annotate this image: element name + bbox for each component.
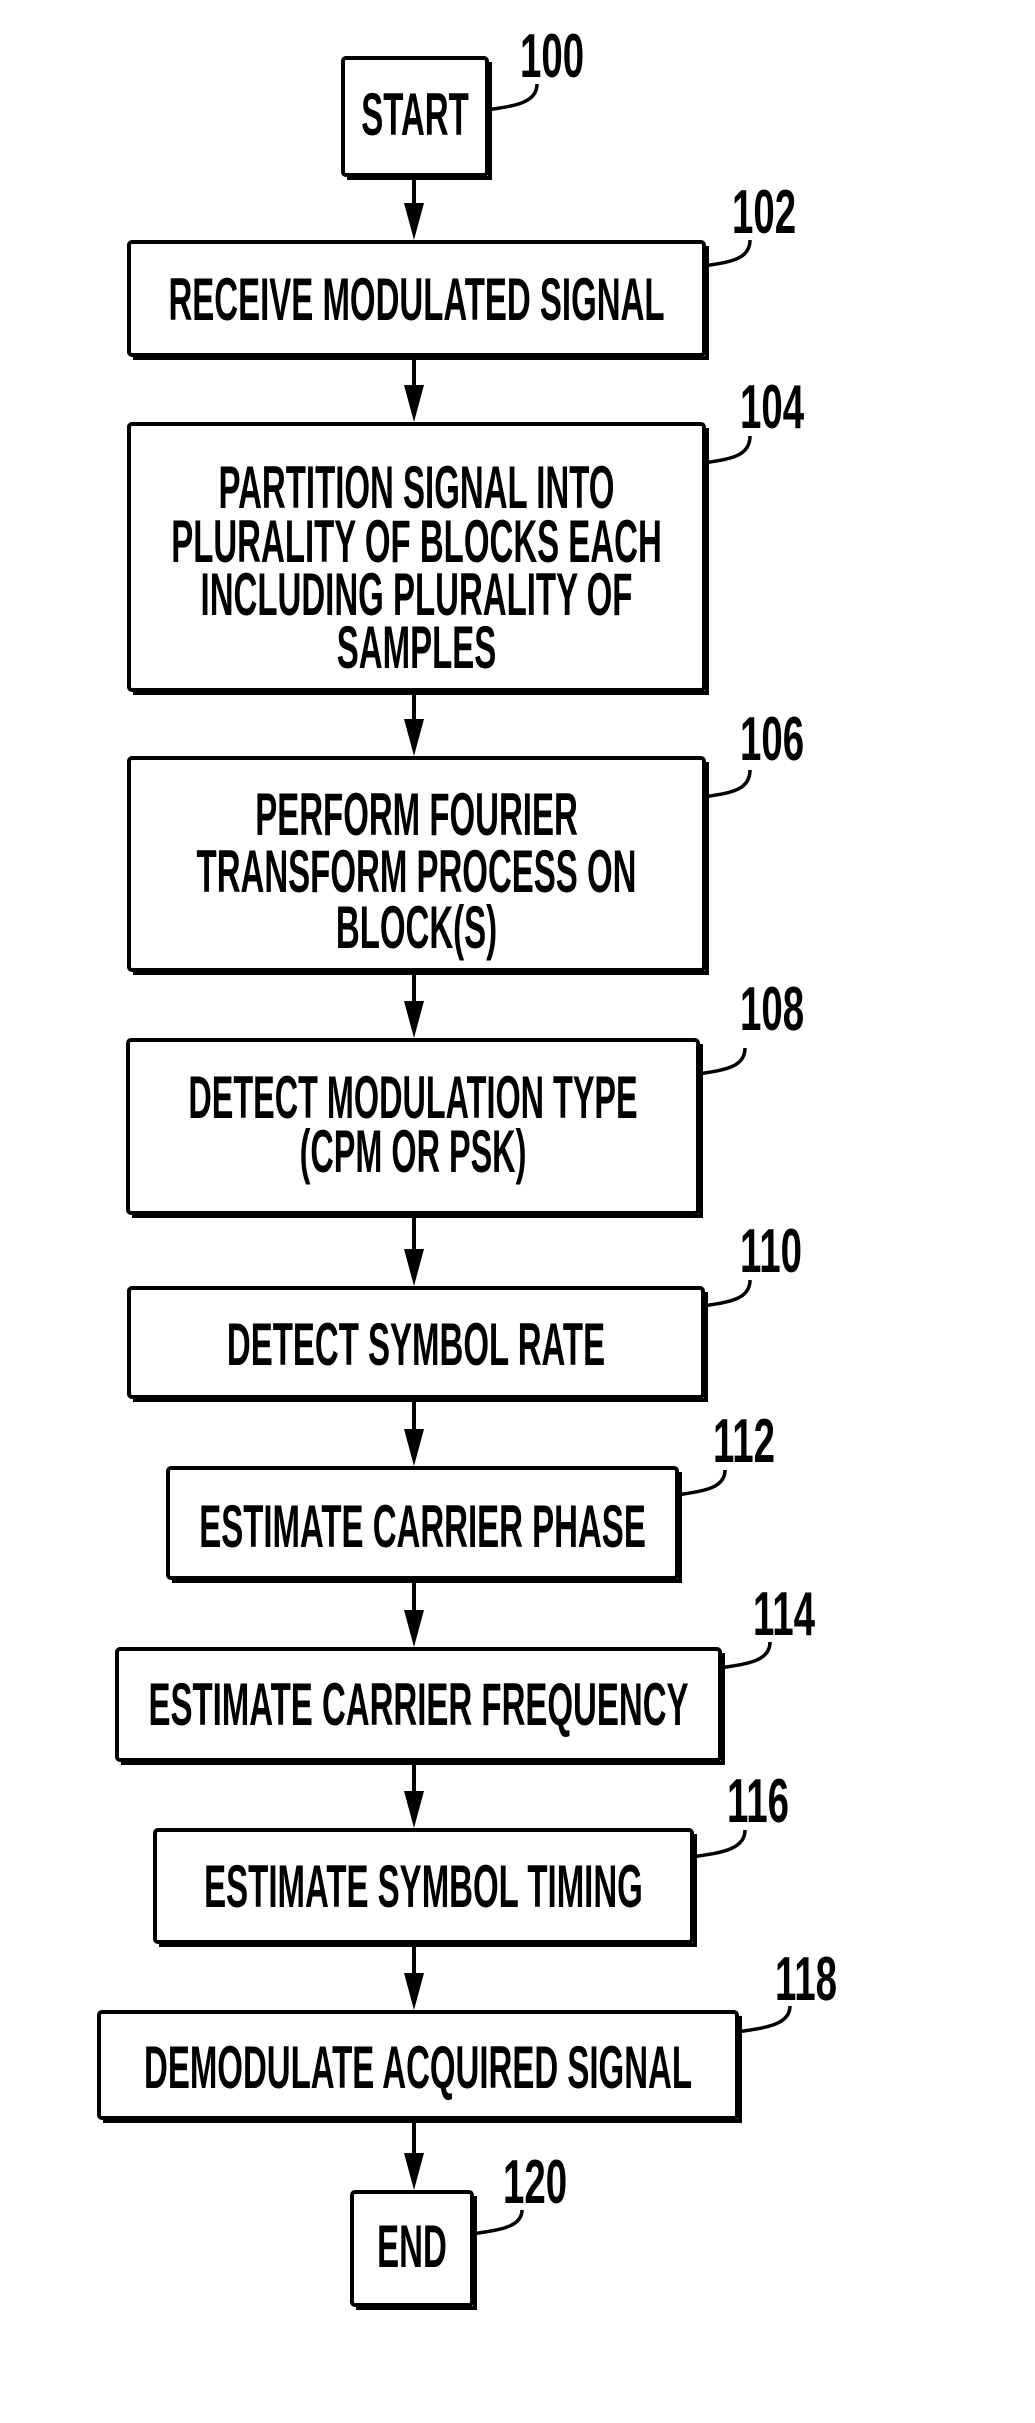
- reference-numeral: 102: [732, 177, 796, 247]
- arrowhead-icon: [404, 385, 424, 422]
- reference-numeral: 100: [520, 21, 584, 91]
- arrow-108-to-110: [404, 1217, 424, 1286]
- step-102: RECEIVE MODULATED SIGNAL 102: [127, 177, 796, 360]
- reference-numeral: 114: [753, 1579, 815, 1649]
- step-text-line: RECEIVE MODULATED SIGNAL: [168, 267, 664, 334]
- terminal-100: START 100: [341, 21, 584, 180]
- step-112: ESTIMATE CARRIER PHASE 112: [166, 1406, 775, 1583]
- reference-numeral: 110: [740, 1216, 802, 1286]
- step-text-line: DETECT SYMBOL RATE: [227, 1312, 605, 1379]
- reference-numeral: 116: [727, 1766, 789, 1836]
- step-text-line: DEMODULATE ACQUIRED SIGNAL: [144, 2035, 692, 2102]
- arrowhead-icon: [404, 203, 424, 240]
- arrow-116-to-118: [404, 1946, 424, 2010]
- step-114: ESTIMATE CARRIER FREQUENCY 114: [115, 1579, 815, 1765]
- arrowhead-icon: [404, 1429, 424, 1466]
- step-text-line: (CPM OR PSK): [300, 1118, 527, 1185]
- reference-numeral: 106: [740, 704, 804, 774]
- step-text-line: ESTIMATE SYMBOL TIMING: [204, 1854, 643, 1921]
- step-text-line: END: [377, 2214, 447, 2281]
- arrow-118-to-120: [404, 2122, 424, 2190]
- arrowhead-icon: [404, 719, 424, 756]
- step-106: PERFORM FOURIERTRANSFORM PROCESS ONBLOCK…: [127, 704, 804, 975]
- terminal-120: END 120: [350, 2147, 567, 2310]
- reference-numeral: 104: [740, 372, 804, 442]
- reference-numeral: 120: [503, 2147, 567, 2217]
- step-108: DETECT MODULATION TYPE(CPM OR PSK)108: [126, 974, 804, 1218]
- arrowhead-icon: [404, 1249, 424, 1286]
- arrowhead-icon: [404, 1973, 424, 2010]
- arrowhead-icon: [404, 1001, 424, 1038]
- arrow-114-to-116: [404, 1764, 424, 1828]
- step-text-line: ESTIMATE CARRIER PHASE: [199, 1494, 646, 1561]
- step-118: DEMODULATE ACQUIRED SIGNAL 118: [97, 1944, 837, 2123]
- arrow-104-to-106: [404, 694, 424, 756]
- arrow-110-to-112: [404, 1401, 424, 1466]
- step-text-line: SAMPLES: [337, 615, 496, 682]
- arrow-112-to-114: [404, 1582, 424, 1647]
- step-text-line: START: [361, 82, 469, 149]
- arrow-106-to-108: [404, 974, 424, 1038]
- leader-line: [703, 769, 752, 799]
- arrowhead-icon: [404, 1610, 424, 1647]
- step-text-line: BLOCK(S): [336, 895, 497, 962]
- step-116: ESTIMATE SYMBOL TIMING 116: [153, 1766, 789, 1947]
- reference-numeral: 112: [713, 1406, 775, 1476]
- step-104: PARTITION SIGNAL INTOPLURALITY OF BLOCKS…: [127, 372, 804, 695]
- step-text-line: ESTIMATE CARRIER FREQUENCY: [148, 1672, 688, 1739]
- flowchart: START 100 RECEIVE MODULATED SIGNAL 102 PARTI…: [97, 21, 837, 2310]
- reference-numeral: 108: [740, 974, 804, 1044]
- arrow-102-to-104: [404, 359, 424, 422]
- reference-numeral: 118: [775, 1944, 837, 2014]
- arrowhead-icon: [404, 2153, 424, 2190]
- leader-line: [697, 1047, 747, 1076]
- arrow-100-to-102: [404, 179, 424, 240]
- arrowhead-icon: [404, 1791, 424, 1828]
- step-110: DETECT SYMBOL RATE 110: [127, 1216, 802, 1402]
